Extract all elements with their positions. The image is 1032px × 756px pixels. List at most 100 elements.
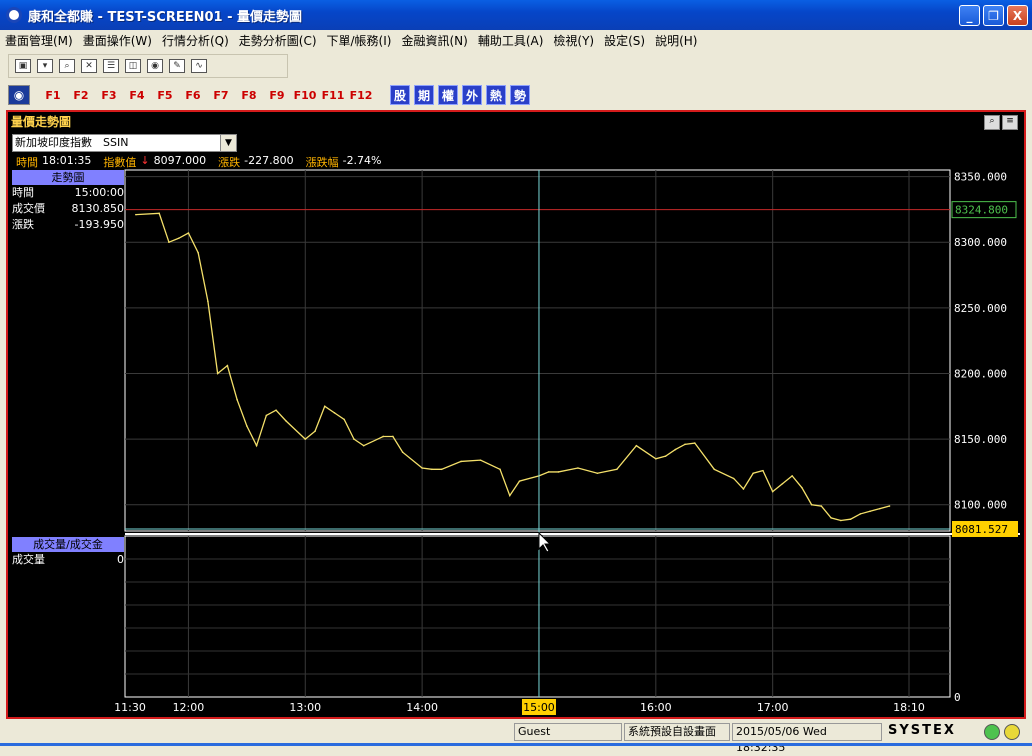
price-point [596, 472, 599, 475]
y-tick-label: 8300.000 [954, 236, 1007, 249]
close-window-icon[interactable]: ✕ [81, 59, 97, 73]
price-point [158, 212, 161, 215]
menu-bar: 畫面管理(M) 畫面操作(W) 行情分析(Q) 走勢分析圖(C) 下單/帳務(I… [0, 30, 1032, 50]
alert-status-icon [1004, 724, 1020, 740]
menu-screen-operate[interactable]: 畫面操作(W) [78, 32, 157, 49]
fkey-f2[interactable]: F2 [68, 89, 94, 102]
price-point [382, 435, 384, 438]
fkey-f6[interactable]: F6 [180, 89, 206, 102]
price-point [275, 409, 277, 412]
menu-quote-analysis[interactable]: 行情分析(Q) [157, 32, 234, 49]
menu-screen-manage[interactable]: 畫面管理(M) [0, 32, 78, 49]
menu-settings[interactable]: 設定(S) [599, 32, 650, 49]
x-tick-label: 12:00 [173, 701, 205, 714]
settings-icon[interactable]: ◉ [147, 59, 163, 73]
price-point [849, 518, 852, 520]
search-icon[interactable]: ⌕ [59, 59, 75, 73]
price-point [255, 444, 258, 447]
price-point [781, 482, 784, 485]
tile-icon[interactable]: ☰ [103, 59, 119, 73]
price-point [362, 444, 365, 447]
fkey-f12[interactable]: F12 [348, 89, 374, 102]
window-title: 康和全都賺 - TEST-SCREEN01 - 量價走勢圖 [28, 9, 303, 25]
price-point [177, 237, 180, 240]
fkey-f1[interactable]: F1 [40, 89, 66, 102]
price-point [460, 460, 462, 463]
layout-icon[interactable]: ▣ [15, 59, 31, 73]
price-point [878, 507, 881, 510]
price-point [693, 442, 696, 444]
price-point [616, 468, 618, 471]
x-tick-label: 17:00 [757, 701, 789, 714]
fkey-f7[interactable]: F7 [208, 89, 234, 102]
price-point [314, 430, 316, 433]
price-point [333, 412, 336, 414]
fkey-f9[interactable]: F9 [264, 89, 290, 102]
y-tick-label: 8200.000 [954, 367, 1007, 380]
price-point [392, 435, 394, 438]
price-point [742, 488, 745, 490]
fkey-f11[interactable]: F11 [320, 89, 346, 102]
stock-button[interactable]: 股 [390, 85, 410, 105]
minimize-button[interactable]: _ [959, 5, 980, 26]
title-bar: 康和全都賺 - TEST-SCREEN01 - 量價走勢圖 _ ❐ X [0, 0, 1032, 30]
menu-order-account[interactable]: 下單/帳務(I) [322, 32, 397, 49]
hot-button[interactable]: 熱 [486, 85, 506, 105]
fkey-f4[interactable]: F4 [124, 89, 150, 102]
chart-panel: 量價走勢圖 ⌕ ≡ 新加坡印度指數 SSIN ▼ 時間 18:01:35 指數值 ↓… [6, 110, 1026, 719]
price-point [674, 448, 677, 451]
price-point [304, 438, 307, 440]
brand-logo: SYSTEX [888, 723, 956, 738]
price-series-line [135, 212, 890, 522]
menu-view[interactable]: 檢視(Y) [548, 32, 599, 49]
trend-chart[interactable]: 8350.000 8300.000 8250.000 8200.000 8150.000… [8, 112, 1024, 717]
price-point [655, 458, 657, 460]
price-point [859, 513, 862, 515]
foreign-button[interactable]: 外 [462, 85, 482, 105]
price-point [246, 425, 248, 427]
fkey-f8[interactable]: F8 [236, 89, 262, 102]
price-point [762, 469, 764, 472]
price-point [557, 471, 560, 473]
price-point [499, 468, 501, 471]
y-tick-label: 8250.000 [954, 302, 1007, 315]
split-icon[interactable]: ◫ [125, 59, 141, 73]
maximize-button[interactable]: ❐ [983, 5, 1004, 26]
price-point [431, 468, 433, 471]
x-tick-label: 14:00 [406, 701, 438, 714]
price-point [577, 467, 579, 469]
price-point [791, 475, 793, 477]
menu-help[interactable]: 說明(H) [650, 32, 702, 49]
price-point [888, 505, 891, 507]
home-icon[interactable]: ◉ [8, 85, 30, 105]
fkey-f5[interactable]: F5 [152, 89, 178, 102]
edit-icon[interactable]: ✎ [169, 59, 185, 73]
price-point [226, 364, 229, 367]
menu-tools[interactable]: 輔助工具(A) [473, 32, 549, 49]
price-point [236, 398, 238, 401]
price-point [664, 455, 667, 457]
price-point [801, 486, 803, 489]
x-tick-label: 13:00 [289, 701, 321, 714]
price-point [216, 372, 219, 375]
volume-axis-zero: 0 [954, 691, 961, 704]
price-point [713, 468, 716, 471]
price-point [197, 251, 199, 254]
trend-button[interactable]: 勢 [510, 85, 530, 105]
monitor-icon[interactable]: ▾ [37, 59, 53, 73]
status-bar: Guest 系統預設自設畫面 2015/05/06 Wed 18:32:35 S… [0, 721, 1032, 754]
chart-icon[interactable]: ∿ [191, 59, 207, 73]
futures-button[interactable]: 期 [414, 85, 434, 105]
price-point [265, 414, 268, 417]
options-button[interactable]: 權 [438, 85, 458, 105]
fkey-f10[interactable]: F10 [292, 89, 318, 102]
volume-pane-frame [124, 535, 951, 698]
menu-financial-info[interactable]: 金融資訊(N) [396, 32, 472, 49]
price-point [830, 517, 832, 519]
app-logo-icon [6, 7, 22, 23]
price-point [168, 241, 170, 243]
menu-trend-chart[interactable]: 走勢分析圖(C) [234, 32, 322, 49]
fkey-f3[interactable]: F3 [96, 89, 122, 102]
close-button[interactable]: X [1007, 5, 1028, 26]
toolbar-function-keys: ◉ F1 F2 F3 F4 F5 F6 F7 F8 F9 F10 F11 F12… [8, 82, 530, 108]
